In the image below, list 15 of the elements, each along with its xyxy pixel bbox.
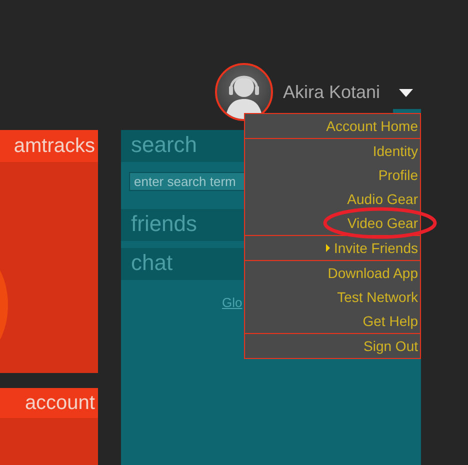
menu-item[interactable]: Audio Gear [247, 187, 418, 211]
triangle-icon [326, 244, 330, 252]
menu-item[interactable]: Test Network [247, 285, 418, 309]
tile-title: amtracks [0, 130, 98, 162]
menu-item[interactable]: Video Gear [247, 211, 418, 235]
caret-icon[interactable] [399, 88, 414, 96]
menu-item[interactable]: Download App [247, 261, 418, 285]
chat-link[interactable]: Glo [222, 295, 242, 310]
user-name[interactable]: Akira Kotani [283, 82, 380, 103]
menu-item[interactable]: Profile [247, 163, 418, 187]
tile-title: account [0, 388, 98, 418]
menu-item[interactable]: Invite Friends [247, 236, 418, 260]
menu-item[interactable]: Get Help [247, 309, 418, 333]
menu-item[interactable]: Identity [247, 139, 418, 163]
menu-item[interactable]: Sign Out [247, 334, 418, 358]
